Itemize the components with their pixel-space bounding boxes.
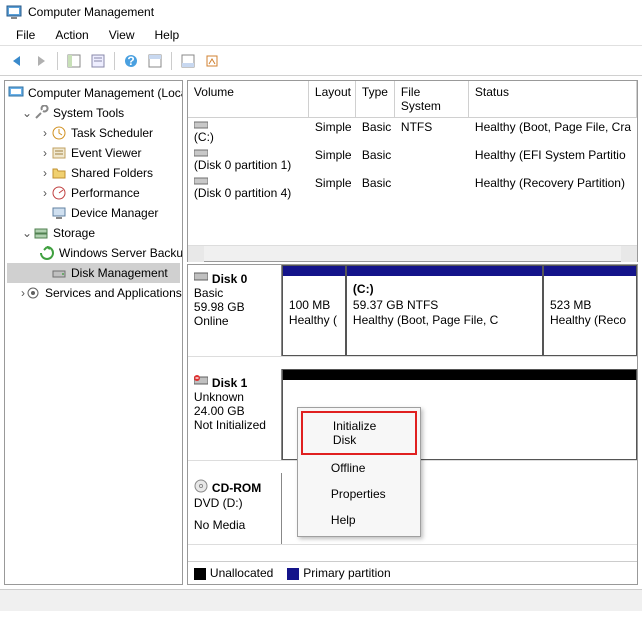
col-status[interactable]: Status	[469, 81, 637, 117]
context-properties[interactable]: Properties	[301, 481, 417, 507]
navigation-tree: Computer Management (Local) ⌄ System Too…	[4, 80, 183, 585]
context-menu: Initialize Disk Offline Properties Help	[297, 407, 421, 537]
tree-system-tools[interactable]: ⌄ System Tools	[7, 103, 180, 123]
cdrom-label[interactable]: CD-ROM DVD (D:) No Media	[188, 473, 282, 544]
tree-performance[interactable]: › Performance	[7, 183, 180, 203]
tree-label: Shared Folders	[71, 166, 153, 180]
col-fs[interactable]: File System	[395, 81, 469, 117]
clock-icon	[51, 125, 67, 141]
tree-services[interactable]: › Services and Applications	[7, 283, 180, 303]
tools-icon	[33, 105, 49, 121]
chevron-down-icon[interactable]: ⌄	[21, 226, 33, 240]
storage-icon	[33, 225, 49, 241]
chevron-right-icon[interactable]: ›	[39, 186, 51, 200]
tree-root-label: Computer Management (Local)	[28, 86, 183, 100]
context-offline[interactable]: Offline	[301, 455, 417, 481]
chevron-right-icon[interactable]: ›	[39, 166, 51, 180]
view-bottom-button[interactable]	[177, 50, 199, 72]
col-volume[interactable]: Volume	[188, 81, 309, 117]
tree-shared-folders[interactable]: › Shared Folders	[7, 163, 180, 183]
disk-mgmt-icon	[51, 265, 67, 281]
legend-unallocated-swatch	[194, 568, 206, 580]
legend: Unallocated Primary partition	[188, 561, 637, 584]
window-title: Computer Management	[28, 5, 154, 19]
tree-label: Event Viewer	[71, 146, 141, 160]
tree-task-scheduler[interactable]: › Task Scheduler	[7, 123, 180, 143]
performance-icon	[51, 185, 67, 201]
tree-label: Windows Server Backup	[59, 246, 183, 260]
context-help[interactable]: Help	[301, 507, 417, 533]
context-initialize-disk[interactable]: Initialize Disk	[301, 411, 417, 455]
tree-device-manager[interactable]: Device Manager	[7, 203, 180, 223]
legend-primary-swatch	[287, 568, 299, 580]
volume-row[interactable]: (Disk 0 partition 1) Simple Basic Health…	[188, 146, 637, 174]
menu-bar: File Action View Help	[0, 24, 642, 46]
svg-text:?: ?	[127, 54, 134, 68]
chevron-right-icon[interactable]: ›	[39, 126, 51, 140]
title-bar: Computer Management	[0, 0, 642, 24]
settings-button[interactable]	[201, 50, 223, 72]
disk0-partition-2[interactable]: (C:) 59.37 GB NTFS Healthy (Boot, Page F…	[346, 265, 543, 356]
app-icon	[6, 4, 22, 20]
services-icon	[25, 285, 41, 301]
volume-icon	[194, 176, 303, 186]
cdrom-icon	[194, 479, 208, 496]
disk0-label[interactable]: Disk 0 Basic 59.98 GB Online	[188, 265, 282, 356]
menu-file[interactable]: File	[6, 26, 45, 43]
volume-row[interactable]: (C:) Simple Basic NTFS Healthy (Boot, Pa…	[188, 118, 637, 146]
menu-view[interactable]: View	[99, 26, 145, 43]
disk-error-icon	[194, 375, 208, 390]
show-hide-tree-button[interactable]	[63, 50, 85, 72]
folder-icon	[51, 165, 67, 181]
col-type[interactable]: Type	[356, 81, 395, 117]
tree-label: Services and Applications	[45, 286, 182, 300]
tree-event-viewer[interactable]: › Event Viewer	[7, 143, 180, 163]
col-layout[interactable]: Layout	[309, 81, 356, 117]
tree-wsb[interactable]: Windows Server Backup	[7, 243, 180, 263]
device-icon	[51, 205, 67, 221]
menu-action[interactable]: Action	[45, 26, 98, 43]
horizontal-scrollbar[interactable]	[188, 245, 637, 261]
toolbar: ?	[0, 46, 642, 76]
status-bar	[0, 589, 642, 611]
volume-icon	[194, 120, 303, 130]
chevron-right-icon[interactable]: ›	[39, 146, 51, 160]
forward-button[interactable]	[30, 50, 52, 72]
menu-help[interactable]: Help	[145, 26, 190, 43]
help-button[interactable]: ?	[120, 50, 142, 72]
view-top-button[interactable]	[144, 50, 166, 72]
tree-label: Device Manager	[71, 206, 158, 220]
volume-icon	[194, 148, 303, 158]
tree-storage[interactable]: ⌄ Storage	[7, 223, 180, 243]
event-icon	[51, 145, 67, 161]
tree-label: Disk Management	[71, 266, 168, 280]
disk0-partition-3[interactable]: 523 MB Healthy (Reco	[543, 265, 637, 356]
properties-button[interactable]	[87, 50, 109, 72]
tree-disk-management[interactable]: Disk Management	[7, 263, 180, 283]
chevron-down-icon[interactable]: ⌄	[21, 106, 33, 120]
disk1-label[interactable]: Disk 1 Unknown 24.00 GB Not Initialized	[188, 369, 282, 460]
disk-block-0: Disk 0 Basic 59.98 GB Online 100 MB Heal…	[188, 265, 637, 357]
volume-list-pane: Volume Layout Type File System Status (C…	[187, 80, 638, 262]
computer-icon	[8, 85, 24, 101]
disk-icon	[194, 271, 208, 286]
disk0-partition-1[interactable]: 100 MB Healthy (	[282, 265, 346, 356]
tree-label: Performance	[71, 186, 140, 200]
tree-label: Task Scheduler	[71, 126, 153, 140]
tree-label: Storage	[53, 226, 95, 240]
volume-list-header: Volume Layout Type File System Status	[188, 81, 637, 118]
back-button[interactable]	[6, 50, 28, 72]
backup-icon	[39, 245, 55, 261]
tree-root[interactable]: Computer Management (Local)	[7, 83, 180, 103]
volume-row[interactable]: (Disk 0 partition 4) Simple Basic Health…	[188, 174, 637, 202]
tree-label: System Tools	[53, 106, 124, 120]
